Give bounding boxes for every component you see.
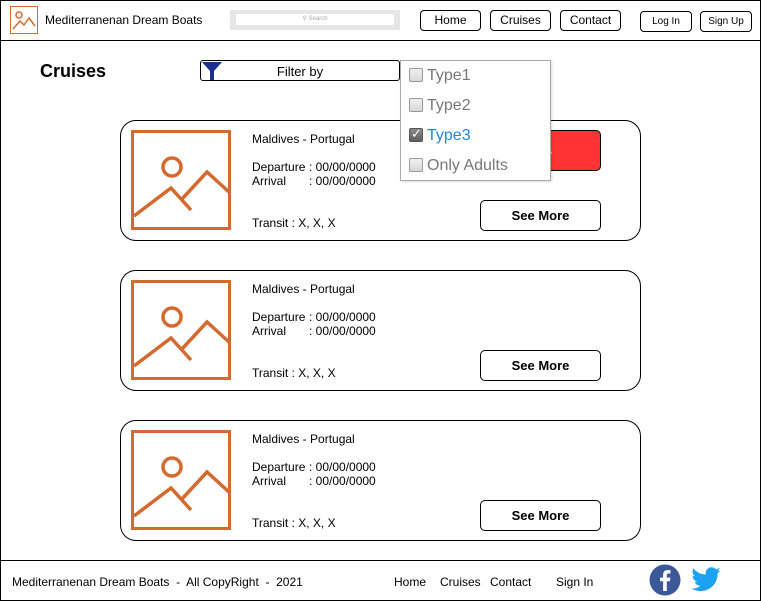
departure-label: Departure <box>252 160 306 174</box>
option-label: Type1 <box>427 67 471 84</box>
filter-label: Filter by <box>276 64 324 79</box>
nav-cruises-button[interactable]: Cruises <box>490 10 551 31</box>
arrival-label: Arrival <box>252 324 287 338</box>
cruise-card: Maldives - Portugal Departure: 00/00/000… <box>120 270 641 391</box>
transit-text: Transit : X, X, X <box>252 216 336 230</box>
nav-home-button[interactable]: Home <box>420 10 481 31</box>
filter-option-type3[interactable]: Type3 <box>409 126 471 147</box>
logo-icon[interactable] <box>10 6 38 34</box>
transit-text: Transit : X, X, X <box>252 516 336 530</box>
arrival-date: : 00/00/0000 <box>309 324 376 338</box>
route-text: Maldives - Portugal <box>252 432 355 446</box>
login-button[interactable]: Log In <box>640 11 692 32</box>
cruise-card: Maldives - Portugal Departure: 00/00/000… <box>120 420 641 541</box>
transit-text: Transit : X, X, X <box>252 366 336 380</box>
filter-dropdown[interactable]: Filter by <box>200 60 400 81</box>
header-divider <box>1 40 760 41</box>
footer-link-signin[interactable]: Sign In <box>556 575 593 589</box>
checkbox-checked[interactable] <box>409 126 423 142</box>
route-text: Maldives - Portugal <box>252 282 355 296</box>
footer-divider <box>1 560 760 561</box>
search-input[interactable]: ⚲ Search <box>236 14 394 25</box>
arrival-label: Arrival <box>252 474 287 488</box>
nav-contact-button[interactable]: Contact <box>560 10 621 31</box>
arrival-date: : 00/00/0000 <box>309 474 376 488</box>
filter-option-only-adults[interactable]: Only Adults <box>409 157 508 177</box>
cruise-card: Maldives - Portugal Departure: 00/00/000… <box>120 120 641 241</box>
route-text: Maldives - Portugal <box>252 132 355 146</box>
filter-option-type2[interactable]: Type2 <box>409 97 471 117</box>
checkbox[interactable] <box>409 98 423 112</box>
footer-link-cruises[interactable]: Cruises <box>440 575 481 589</box>
image-placeholder-icon <box>131 280 231 380</box>
dates-block: Departure: 00/00/0000 Arrival : 00/00/000… <box>252 460 376 488</box>
checkbox[interactable] <box>409 158 423 172</box>
footer-link-contact[interactable]: Contact <box>490 575 531 589</box>
footer-link-home[interactable]: Home <box>394 575 426 589</box>
dates-block: Departure: 00/00/0000 Arrival : 00/00/000… <box>252 160 376 188</box>
dates-block: Departure: 00/00/0000 Arrival : 00/00/000… <box>252 310 376 338</box>
option-label: Only Adults <box>427 157 508 174</box>
departure-label: Departure <box>252 460 306 474</box>
arrival-label: Arrival <box>252 174 287 188</box>
image-placeholder-icon <box>131 430 231 530</box>
twitter-icon[interactable] <box>689 564 723 596</box>
see-more-button[interactable]: See More <box>480 350 601 381</box>
checkbox[interactable] <box>409 68 423 82</box>
departure-date: : 00/00/0000 <box>309 460 376 474</box>
page-title: Cruises <box>40 61 107 81</box>
facebook-icon[interactable] <box>649 564 681 596</box>
image-placeholder-icon <box>131 130 231 230</box>
filter-option-type1[interactable]: Type1 <box>409 67 471 87</box>
option-label: Type2 <box>427 97 471 114</box>
option-label: Type3 <box>427 127 471 144</box>
departure-date: : 00/00/0000 <box>309 310 376 324</box>
see-more-button[interactable]: See More <box>480 200 601 231</box>
footer-copyright: Mediterranenan Dream Boats - All CopyRig… <box>12 575 303 589</box>
search-bar[interactable]: ⚲ Search <box>230 10 400 30</box>
departure-date: : 00/00/0000 <box>309 160 376 174</box>
departure-label: Departure <box>252 310 306 324</box>
arrival-date: : 00/00/0000 <box>309 174 376 188</box>
signup-button[interactable]: Sign Up <box>700 11 752 32</box>
see-more-button[interactable]: See More <box>480 500 601 531</box>
filter-menu: Type1 Type2 Type3 Only Adults <box>400 60 551 181</box>
search-placeholder: Search <box>308 16 328 22</box>
brand-name[interactable]: Mediterranenan Dream Boats <box>45 13 202 27</box>
